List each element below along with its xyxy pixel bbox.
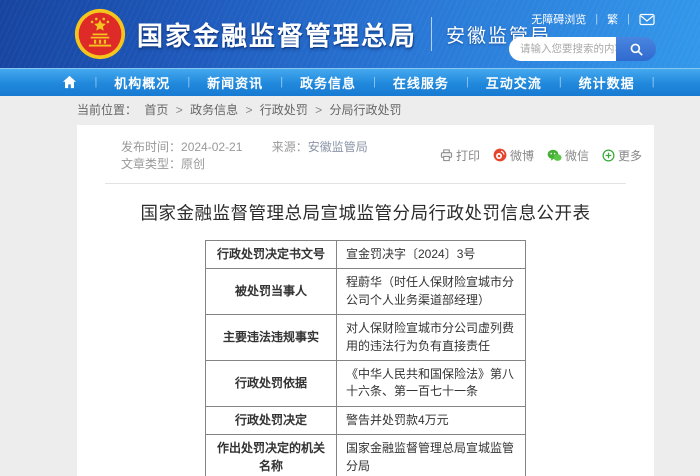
weibo-icon	[493, 148, 507, 162]
row-value: 对人保财险宣城市分公司虚列费用的违法行为负有直接责任	[336, 314, 526, 361]
source-label: 来源：	[271, 140, 308, 154]
print-button[interactable]: 打印	[440, 147, 480, 164]
article-title: 国家金融监督管理总局宣城监管分局行政处罚信息公开表	[140, 203, 591, 223]
row-value: 警告并处罚款4万元	[336, 405, 526, 436]
search-input[interactable]	[509, 37, 616, 61]
article-type: 文章类型：原创	[121, 157, 205, 171]
site-title: 国家金融监督管理总局	[137, 20, 418, 51]
more-plus-icon	[602, 149, 615, 161]
table-row: 主要违法违规事实 对人保财险宣城市分公司虚列费用的违法行为负有直接责任	[205, 314, 526, 361]
home-icon	[63, 75, 77, 89]
row-label: 主要违法违规事实	[205, 314, 337, 361]
article-source: 来源：安徽监管局	[272, 140, 368, 154]
brand-divider	[431, 17, 433, 51]
search-box	[509, 37, 656, 61]
traditional-chinese-link[interactable]: 繁	[607, 11, 618, 27]
national-emblem-logo	[74, 8, 126, 60]
table-row: 作出处罚决定的机关名称 国家金融监督管理总局宣城监管分局	[205, 434, 526, 476]
breadcrumb-penalty[interactable]: 行政处罚	[260, 103, 308, 117]
row-value: 宣金罚决字〔2024〕3号	[336, 239, 526, 270]
accessibility-link[interactable]: 无障碍浏览	[531, 11, 586, 27]
table-row: 被处罚当事人 程蔚华（时任人保财险宣城市分公司个人业务渠道部经理）	[205, 268, 526, 316]
weibo-share-button[interactable]: 微博	[493, 147, 534, 164]
nav-item-statistics[interactable]: 统计数据	[562, 73, 652, 92]
row-value: 《中华人民共和国保险法》第八十六条、第一百七十一条	[336, 359, 526, 407]
publish-time-label: 发布时间：	[121, 140, 182, 154]
nav-item-news[interactable]: 新闻资讯	[190, 73, 280, 92]
utility-separator: |	[627, 13, 630, 25]
article-meta: 发布时间：2024-02-21 来源：安徽监管局 文章类型：原创	[121, 138, 440, 172]
wechat-icon	[547, 149, 562, 161]
publish-time: 发布时间：2024-02-21	[121, 140, 242, 154]
meta-divider	[105, 183, 626, 184]
row-value: 国家金融监督管理总局宣城监管分局	[336, 434, 526, 476]
search-icon	[630, 43, 643, 56]
brand: 国家金融监督管理总局 安徽监管局	[74, 8, 551, 60]
nav-home-button[interactable]	[45, 75, 94, 89]
wechat-label: 微信	[564, 148, 589, 163]
nav-item-gov-info[interactable]: 政务信息	[283, 73, 373, 92]
nav-item-interaction[interactable]: 互动交流	[469, 73, 559, 92]
breadcrumb-separator: >	[315, 103, 323, 117]
wechat-share-button[interactable]: 微信	[547, 147, 589, 164]
row-label: 行政处罚依据	[205, 359, 337, 407]
breadcrumb-separator: >	[245, 103, 253, 117]
weibo-label: 微博	[509, 148, 534, 163]
article-card: 发布时间：2024-02-21 来源：安徽监管局 文章类型：原创 打印 微博 微…	[77, 125, 654, 476]
row-label: 作出处罚决定的机关名称	[205, 434, 337, 476]
table-row: 行政处罚决定 警告并处罚款4万元	[205, 405, 526, 436]
utility-separator: |	[595, 13, 599, 25]
search-button[interactable]	[616, 37, 656, 61]
breadcrumb-gov-info[interactable]: 政务信息	[190, 103, 238, 117]
nav-separator: |	[651, 76, 655, 88]
article-meta-row: 发布时间：2024-02-21 来源：安徽监管局 文章类型：原创 打印 微博 微…	[77, 125, 654, 172]
main-nav: | 机构概况 | 新闻资讯 | 政务信息 | 在线服务 | 互动交流 | 统计数…	[0, 68, 700, 96]
nav-item-institution[interactable]: 机构概况	[97, 73, 187, 92]
printer-icon	[440, 148, 453, 161]
nav-item-online-service[interactable]: 在线服务	[376, 73, 466, 92]
breadcrumb-branch-penalty[interactable]: 分局行政处罚	[330, 103, 402, 117]
table-row: 行政处罚依据 《中华人民共和国保险法》第八十六条、第一百七十一条	[205, 359, 526, 407]
table-row: 行政处罚决定书文号 宣金罚决字〔2024〕3号	[205, 239, 526, 270]
breadcrumb-prefix: 当前位置：	[77, 103, 138, 117]
penalty-table: 行政处罚决定书文号 宣金罚决字〔2024〕3号 被处罚当事人 程蔚华（时任人保财…	[205, 239, 526, 476]
row-value: 程蔚华（时任人保财险宣城市分公司个人业务渠道部经理）	[336, 268, 526, 316]
source-value: 安徽监管局	[307, 140, 368, 154]
print-label: 打印	[455, 148, 480, 163]
page: 国家金融监督管理总局 安徽监管局 无障碍浏览 | 繁 | 请输入您要搜索的内容.…	[0, 0, 700, 476]
breadcrumb-home[interactable]: 首页	[144, 103, 168, 117]
share-actions: 打印 微博 微信 更多	[440, 147, 642, 164]
row-label: 行政处罚决定	[205, 405, 337, 436]
row-label: 被处罚当事人	[205, 268, 337, 316]
row-label: 行政处罚决定书文号	[205, 239, 337, 270]
type-label: 文章类型：	[121, 157, 182, 171]
utility-bar: 无障碍浏览 | 繁 |	[531, 11, 655, 27]
breadcrumb: 当前位置： 首页 > 政务信息 > 行政处罚 > 分局行政处罚	[0, 96, 700, 125]
mail-icon[interactable]	[639, 13, 655, 26]
breadcrumb-separator: >	[175, 103, 183, 117]
more-share-button[interactable]: 更多	[602, 147, 642, 164]
site-header: 国家金融监督管理总局 安徽监管局 无障碍浏览 | 繁 |	[0, 0, 700, 68]
publish-time-value: 2024-02-21	[181, 140, 243, 154]
more-label: 更多	[617, 148, 642, 163]
type-value: 原创	[181, 157, 206, 171]
